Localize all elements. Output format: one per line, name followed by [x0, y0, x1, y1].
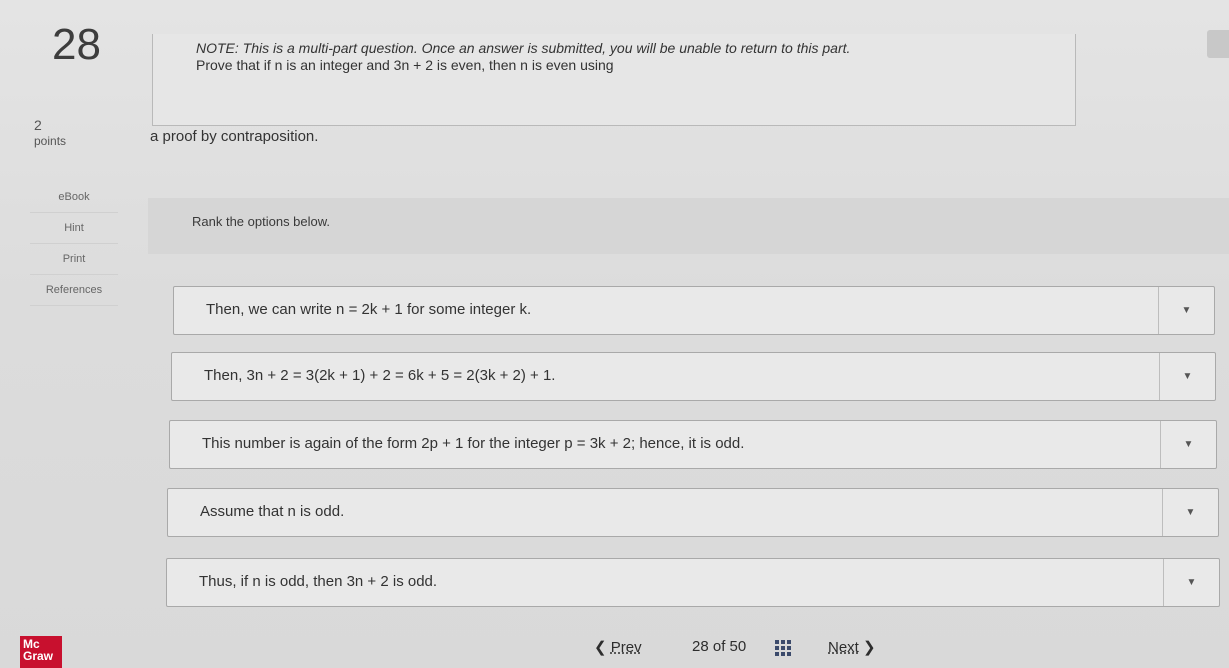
caret-down-icon: ▼ — [1182, 371, 1193, 382]
caret-down-icon: ▼ — [1185, 507, 1196, 518]
points-value: 2 — [34, 117, 42, 133]
caret-down-icon: ▼ — [1183, 439, 1194, 450]
question-note: NOTE: This is a multi-part question. Onc… — [196, 40, 851, 56]
next-label: Next — [828, 639, 859, 656]
question-text: NOTE: This is a multi-part question. Onc… — [196, 40, 850, 74]
option-text: Assume that n is odd. — [200, 503, 345, 520]
rank-dropdown[interactable]: ▼ — [1158, 287, 1214, 334]
side-panel-tab[interactable] — [1207, 30, 1229, 58]
rank-option-2[interactable]: Then, 3n + 2 = 3(2k + 1) + 2 = 6k + 5 = … — [171, 352, 1216, 401]
current-page: 28 — [692, 638, 709, 655]
option-text: Thus, if n is odd, then 3n + 2 is odd. — [199, 573, 438, 590]
rank-dropdown[interactable]: ▼ — [1163, 559, 1219, 606]
question-number: 28 — [52, 20, 101, 69]
side-links: eBook Hint Print References — [30, 182, 118, 306]
of-label: of — [712, 638, 726, 655]
mcgraw-logo: Mc Graw — [20, 636, 62, 668]
option-text: This number is again of the form 2p + 1 … — [202, 435, 745, 452]
references-link[interactable]: References — [30, 275, 118, 306]
hint-link[interactable]: Hint — [30, 213, 118, 244]
caret-down-icon: ▼ — [1186, 577, 1197, 588]
question-prompt: Prove that if n is an integer and 3n + 2… — [196, 57, 614, 73]
caret-down-icon: ▼ — [1181, 305, 1192, 316]
rank-instruction: Rank the options below. — [192, 214, 331, 229]
prev-button[interactable]: ❮ Prev — [594, 638, 642, 656]
chevron-right-icon: ❯ — [863, 639, 876, 656]
rank-dropdown[interactable]: ▼ — [1160, 421, 1216, 468]
print-link[interactable]: Print — [30, 244, 118, 275]
option-text: Then, 3n + 2 = 3(2k + 1) + 2 = 6k + 5 = … — [204, 367, 556, 384]
total-pages: 50 — [729, 638, 747, 655]
chevron-left-icon: ❮ — [594, 639, 607, 656]
rank-option-3[interactable]: This number is again of the form 2p + 1 … — [169, 420, 1217, 469]
points-label: points — [34, 134, 67, 148]
rank-dropdown[interactable]: ▼ — [1162, 489, 1218, 536]
ebook-link[interactable]: eBook — [30, 182, 118, 213]
grid-menu-icon[interactable] — [775, 640, 791, 656]
rank-option-1[interactable]: Then, we can write n = 2k + 1 for some i… — [173, 286, 1215, 335]
question-sub-prompt: a proof by contraposition. — [150, 128, 319, 145]
footer-nav: Mc Graw ❮ Prev 28 of 50 Next ❯ — [0, 628, 1229, 668]
rank-dropdown[interactable]: ▼ — [1159, 353, 1215, 400]
next-button[interactable]: Next ❯ — [828, 638, 876, 656]
rank-option-5[interactable]: Thus, if n is odd, then 3n + 2 is odd. ▼ — [166, 558, 1220, 607]
option-text: Then, we can write n = 2k + 1 for some i… — [206, 301, 532, 318]
rank-option-4[interactable]: Assume that n is odd. ▼ — [167, 488, 1219, 537]
page-indicator: 28 of 50 — [692, 638, 746, 655]
prev-label: Prev — [610, 639, 642, 656]
points-info: 2 points — [34, 117, 66, 149]
